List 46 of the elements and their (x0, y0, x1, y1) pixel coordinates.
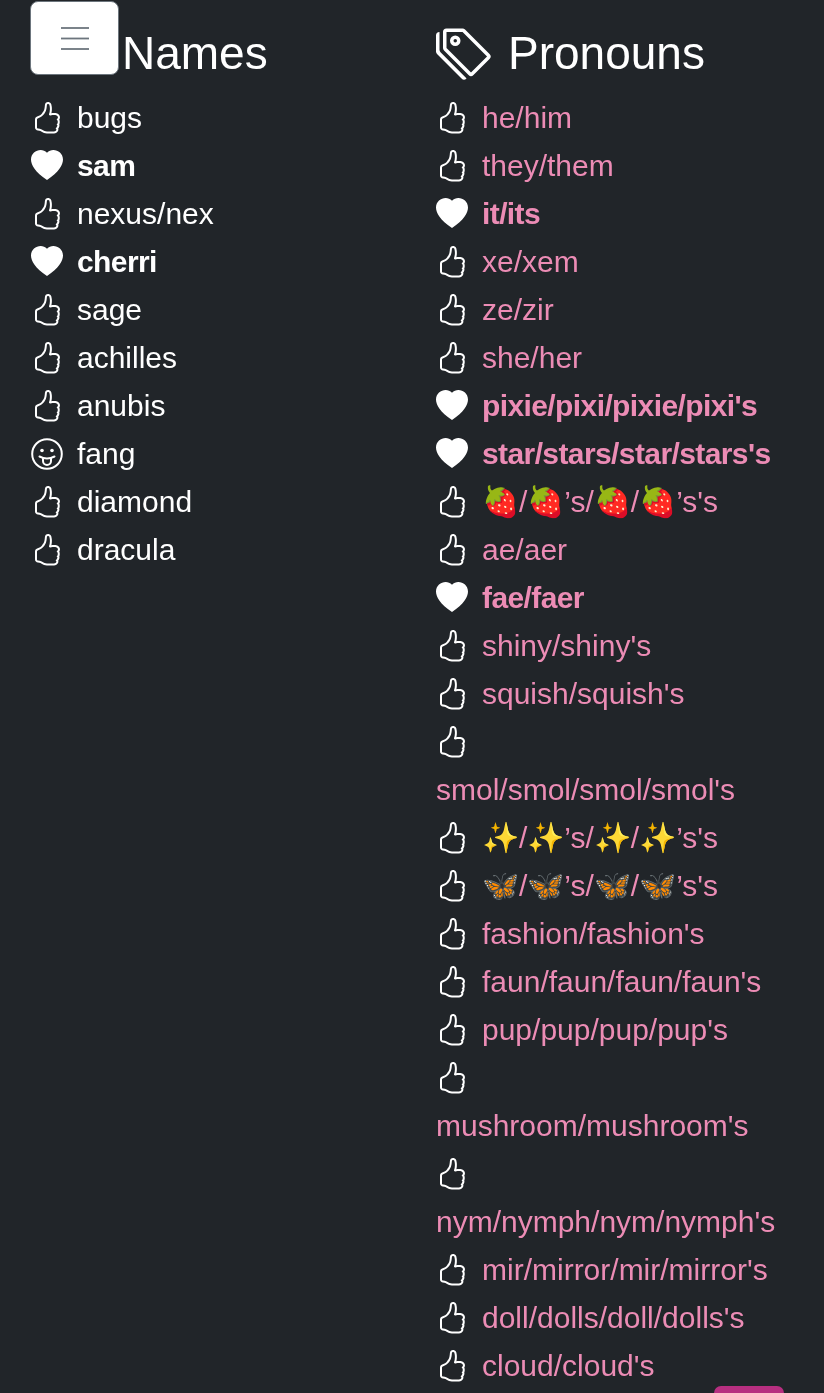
pronoun-link[interactable]: smol/smol/smol/smol's (436, 766, 736, 814)
heart-icon (31, 150, 63, 182)
pronoun-link[interactable]: they/them (482, 142, 614, 190)
pronoun-link[interactable]: mir/mirror/mir/mirror's (482, 1246, 768, 1294)
name-label: fang (77, 436, 136, 472)
heart-icon (436, 198, 468, 230)
pronoun-link[interactable]: faun/faun/faun/faun's (482, 958, 762, 1006)
section-heading: Names (122, 26, 268, 81)
name-label: sage (77, 292, 143, 328)
pronoun-link[interactable]: ze/zir (482, 286, 554, 334)
name-label: sam (77, 148, 136, 184)
pronoun-link[interactable]: 🍓/🍓’s/🍓/🍓’s's (482, 478, 718, 526)
section-heading: Pronouns (508, 26, 705, 81)
heart-icon (436, 390, 468, 422)
floating-button[interactable] (714, 1386, 784, 1393)
pronoun-link[interactable]: squish/squish's (482, 670, 685, 718)
pronoun-link[interactable]: mushroom/mushroom's (436, 1102, 749, 1150)
name-label: nexus/nex (77, 196, 214, 232)
pronoun-link[interactable]: pixie/pixi/pixie/pixi's (482, 382, 758, 430)
name-label: bugs (77, 100, 143, 136)
pronoun-link[interactable]: he/him (482, 94, 573, 142)
heart-icon (436, 582, 468, 614)
pronoun-link[interactable]: fae/faer (482, 574, 584, 622)
tongue-face-icon (31, 438, 63, 470)
pronoun-link[interactable]: star/stars/star/stars's (482, 430, 771, 478)
pronoun-link[interactable]: ae/aer (482, 526, 568, 574)
pronoun-link[interactable]: doll/dolls/doll/dolls's (482, 1294, 745, 1342)
menu-button[interactable] (30, 1, 119, 75)
pronoun-link[interactable]: pup/pup/pup/pup's (482, 1006, 728, 1054)
pronoun-link[interactable]: cloud/cloud's (482, 1342, 655, 1390)
name-label: cherri (77, 244, 157, 280)
menu-icon (60, 26, 89, 50)
pronoun-link[interactable]: 🦋/🦋’s/🦋/🦋’s's (482, 862, 718, 910)
heart-icon (436, 438, 468, 470)
pronoun-link[interactable]: nym/nymph/nym/nymph's (436, 1198, 776, 1246)
heart-icon (31, 246, 63, 278)
name-label: dracula (77, 532, 176, 568)
pronoun-link[interactable]: it/its (482, 190, 541, 238)
pronoun-link[interactable]: ✨/✨’s/✨/✨’s's (482, 814, 718, 862)
pronoun-link[interactable]: xe/xem (482, 238, 579, 286)
pronoun-link[interactable]: she/her (482, 334, 583, 382)
name-label: achilles (77, 340, 178, 376)
pronoun-link[interactable]: fashion/fashion's (482, 910, 705, 958)
name-label: diamond (77, 484, 193, 520)
name-label: anubis (77, 388, 166, 424)
pronoun-link[interactable]: shiny/shiny's (482, 622, 652, 670)
